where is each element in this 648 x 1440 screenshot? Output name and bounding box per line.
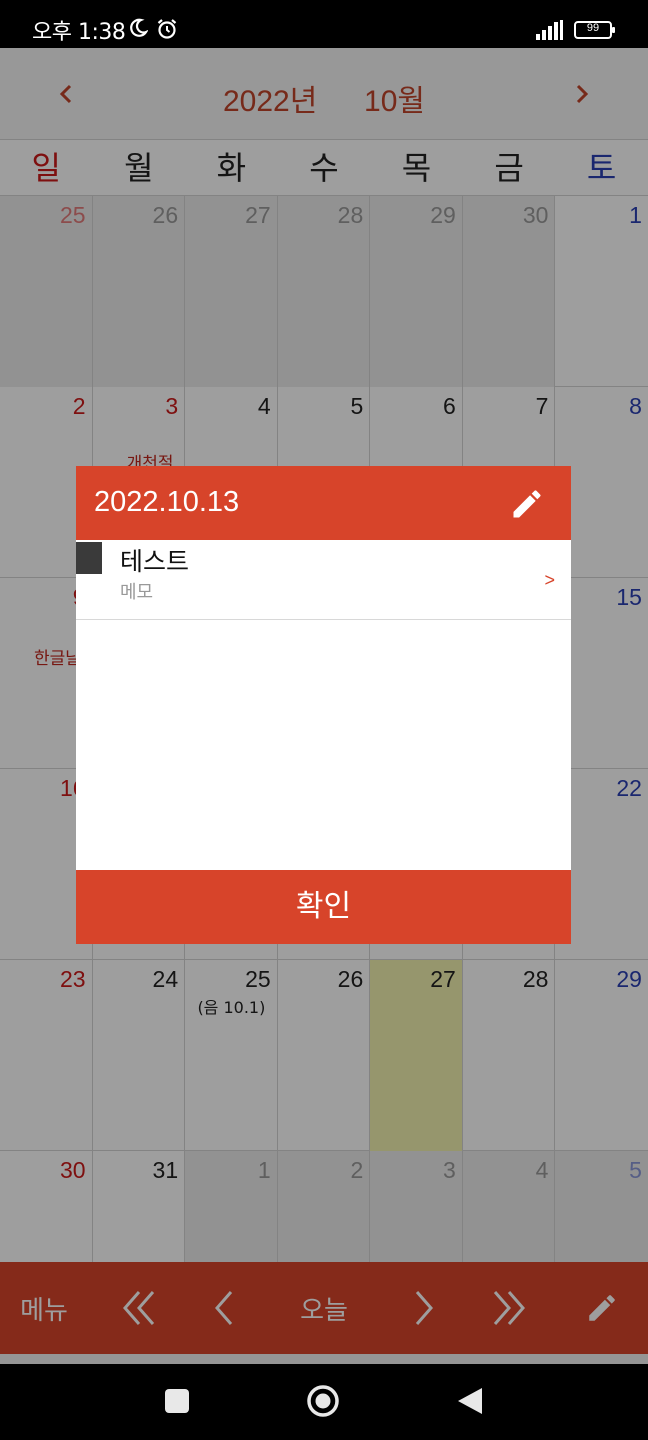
- moon-icon: [130, 18, 148, 37]
- status-right: 99: [536, 20, 615, 40]
- system-nav-bar: [0, 1364, 648, 1440]
- edit-pencil-icon[interactable]: [509, 486, 545, 522]
- event-memo: 메모: [120, 582, 154, 603]
- signal-icon: [536, 20, 563, 40]
- dialog-header: 2022.10.13: [76, 466, 571, 540]
- battery-icon: 99: [574, 21, 615, 39]
- home-icon[interactable]: [306, 1384, 340, 1418]
- status-icons-left: [128, 18, 178, 40]
- alarm-icon: [157, 19, 177, 39]
- day-events-dialog: 2022.10.13 테스트 메모 > 확인: [76, 466, 571, 944]
- status-time: 오후 1:38: [32, 20, 126, 45]
- recent-apps-icon[interactable]: [164, 1388, 190, 1414]
- event-title: 테스트: [120, 547, 190, 576]
- dialog-date: 2022.10.13: [94, 486, 240, 518]
- status-bar: 오후 1:38 99: [0, 0, 648, 48]
- event-list-item[interactable]: 테스트 메모 >: [76, 540, 571, 620]
- confirm-button[interactable]: 확인: [76, 870, 571, 944]
- event-color-swatch: [76, 542, 102, 574]
- battery-level: 99: [586, 22, 600, 34]
- back-icon[interactable]: [456, 1386, 484, 1416]
- event-detail-arrow: >: [544, 570, 555, 590]
